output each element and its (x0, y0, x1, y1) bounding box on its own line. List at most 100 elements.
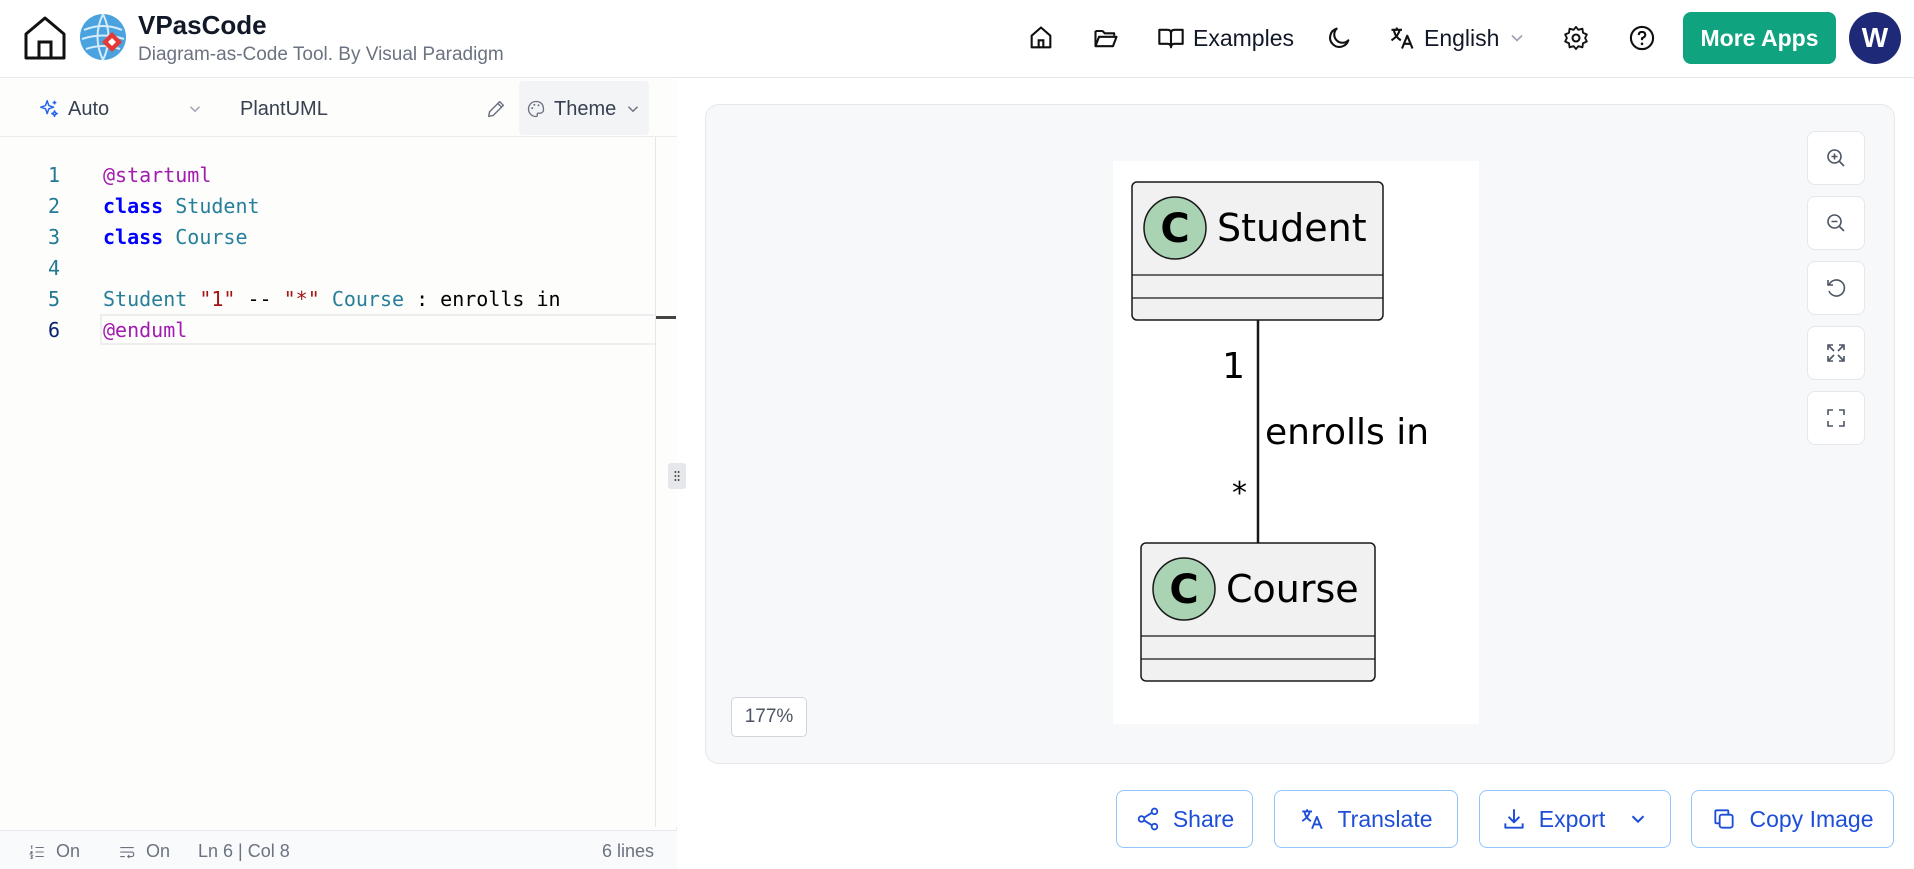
code-token: @enduml (103, 317, 188, 342)
home-logo-icon[interactable] (20, 12, 70, 62)
code-token: : enrolls in (404, 286, 561, 311)
line-number: 1 (47, 162, 60, 187)
mode-label: Auto (68, 97, 110, 120)
user-avatar[interactable]: W (1849, 12, 1901, 64)
mode-select[interactable]: Auto (38, 95, 109, 123)
multiplicity-student: 1 (1222, 346, 1245, 387)
zoom-in-button[interactable] (1807, 131, 1865, 185)
app-subtitle: Diagram-as-Code Tool. By Visual Paradigm (138, 44, 504, 65)
editor-toolbar: Auto PlantUML Theme (0, 79, 677, 137)
nav-settings-button[interactable] (1562, 18, 1590, 58)
word-wrap-toggle[interactable]: On (118, 841, 170, 862)
vpascode-logo-icon (78, 12, 128, 62)
code-line[interactable]: 6 @enduml (0, 314, 675, 345)
palette-icon (527, 100, 545, 118)
app-title: VPasCode (138, 10, 267, 40)
reset-view-button[interactable] (1807, 261, 1865, 315)
chevron-down-icon (189, 106, 201, 113)
chevron-down-icon (628, 106, 639, 113)
zoom-in-icon (1827, 149, 1845, 167)
panel-resize-handle[interactable] (668, 463, 686, 489)
theme-select-content[interactable]: Theme (526, 95, 642, 123)
code-line[interactable]: 3 class Course (0, 221, 675, 252)
nav-examples-label: Examples (1193, 24, 1294, 51)
fullscreen-icon (1827, 409, 1845, 427)
pencil-icon (487, 100, 505, 118)
class-badge-letter: C (1160, 206, 1189, 252)
code-token: @startuml (103, 162, 212, 187)
code-text-area[interactable]: 1 @startuml 2 class Student 3 class Course 4 5 S… (0, 159, 675, 799)
code-token: -- (235, 286, 284, 311)
rotate-ccw-icon (1827, 279, 1846, 297)
sparkles-icon (40, 100, 58, 118)
copy-image-button[interactable]: Copy Image (1691, 790, 1894, 848)
share-button[interactable]: Share (1116, 790, 1253, 848)
gear-icon (1564, 25, 1588, 51)
folder-open-icon (1094, 29, 1118, 48)
book-open-icon (1158, 28, 1184, 49)
code-token: Student (103, 286, 188, 311)
zoom-out-button[interactable] (1807, 196, 1865, 250)
nav-home-button[interactable] (1027, 18, 1055, 58)
code-line-text: @enduml (103, 318, 187, 342)
class-badge-letter: C (1169, 567, 1198, 613)
diagram-language-label: PlantUML (240, 97, 328, 120)
code-editor-panel: Auto PlantUML Theme 1 @startuml 2 class Stu… (0, 79, 677, 869)
nav-language-select[interactable]: English (1388, 18, 1527, 58)
class-name-student: Student (1217, 206, 1367, 250)
fullscreen-button[interactable] (1807, 391, 1865, 445)
nav-open-folder-button[interactable] (1092, 18, 1120, 58)
cursor-position: Ln 6 | Col 8 (198, 841, 290, 861)
mode-dropdown-chevron[interactable] (186, 95, 204, 123)
edit-button[interactable] (485, 95, 507, 123)
expand-arrows-icon (1827, 344, 1845, 362)
editor-status-bar: On On Ln 6 | Col 8 6 lines (0, 830, 677, 869)
moon-icon (1329, 27, 1350, 48)
translate-button[interactable]: Translate (1274, 790, 1458, 848)
language-label: PlantUML (240, 95, 328, 123)
code-line[interactable]: 1 @startuml (0, 159, 675, 190)
code-token: "*" (283, 286, 320, 311)
translate-icon (1390, 27, 1414, 49)
line-number: 2 (47, 193, 60, 218)
chevron-down-icon (1511, 34, 1524, 42)
code-line-text: @startuml (103, 163, 211, 187)
zoom-out-icon (1827, 214, 1845, 232)
line-number: 4 (47, 255, 60, 280)
zoom-level-indicator: 177% (731, 697, 807, 737)
code-line[interactable]: 5 Student "1" -- "*" Course : enrolls in (0, 283, 675, 314)
code-token: Student (163, 193, 260, 218)
line-number: 3 (47, 224, 60, 249)
export-label: Export (1538, 805, 1606, 832)
nav-dark-mode-toggle[interactable] (1325, 18, 1353, 58)
class-name-course: Course (1226, 567, 1359, 611)
nav-help-button[interactable] (1628, 18, 1656, 58)
theme-label: Theme (554, 97, 617, 120)
drag-handle-icon (674, 471, 680, 481)
translate-icon (1302, 809, 1324, 830)
fit-to-screen-button[interactable] (1807, 326, 1865, 380)
line-numbers-toggle[interactable]: On (28, 841, 80, 862)
code-token: class (103, 224, 164, 249)
code-token: class (103, 193, 164, 218)
code-token: "1" (199, 286, 236, 311)
line-number: 5 (47, 286, 60, 311)
chevron-down-icon[interactable] (1627, 808, 1649, 830)
share-label: Share (1172, 805, 1235, 832)
code-token: Course (163, 224, 248, 249)
nav-language-label: English (1424, 24, 1500, 51)
more-apps-button[interactable]: More Apps (1683, 12, 1836, 64)
code-line[interactable]: 2 class Student (0, 190, 675, 221)
uml-class-diagram[interactable]: C Student 1 enrolls in * C Course (1113, 161, 1479, 724)
scrollbar-cursor-marker (656, 316, 676, 319)
nav-examples-button[interactable]: Examples (1157, 18, 1294, 58)
translate-label: Translate (1337, 805, 1433, 832)
share-icon (1137, 807, 1159, 831)
home-icon (1030, 26, 1052, 49)
app-header: VPasCode Diagram-as-Code Tool. By Visual… (0, 0, 1914, 78)
export-button[interactable]: Export (1479, 790, 1671, 848)
code-line-text: class Student (103, 194, 260, 218)
code-line[interactable]: 4 (0, 252, 675, 283)
